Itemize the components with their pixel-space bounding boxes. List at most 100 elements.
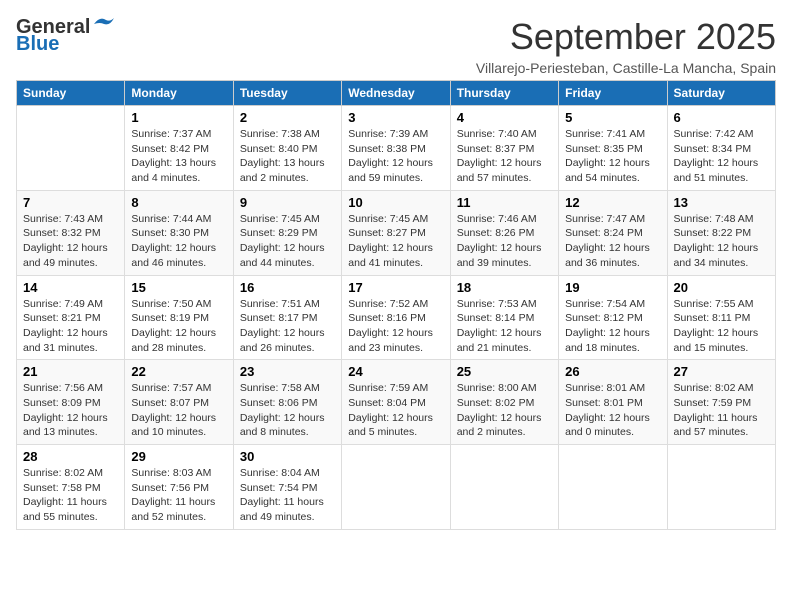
calendar-week-row: 14Sunrise: 7:49 AMSunset: 8:21 PMDayligh… [17, 275, 776, 360]
day-info: Sunrise: 8:02 AMSunset: 7:58 PMDaylight:… [23, 466, 118, 525]
table-row: 4Sunrise: 7:40 AMSunset: 8:37 PMDaylight… [450, 106, 558, 191]
day-info: Sunrise: 8:03 AMSunset: 7:56 PMDaylight:… [131, 466, 226, 525]
day-info: Sunrise: 7:50 AMSunset: 8:19 PMDaylight:… [131, 297, 226, 356]
day-number: 7 [23, 195, 118, 210]
day-number: 3 [348, 110, 443, 125]
table-row: 21 Sunrise: 7:56 AMSunset: 8:09 PMDayligh… [17, 360, 125, 445]
table-row: 20 Sunrise: 7:55 AMSunset: 8:11 PMDayligh… [667, 275, 775, 360]
logo-blue-text: Blue [16, 33, 59, 56]
day-info: Sunrise: 7:55 AMSunset: 8:11 PMDaylight:… [674, 297, 769, 356]
table-row: 23 Sunrise: 7:58 AMSunset: 8:06 PMDayligh… [233, 360, 341, 445]
day-number: 13 [674, 195, 769, 210]
table-row: 18 Sunrise: 7:53 AMSunset: 8:14 PMDayligh… [450, 275, 558, 360]
day-number: 21 [23, 364, 118, 379]
day-info: Sunrise: 7:39 AMSunset: 8:38 PMDaylight:… [348, 127, 443, 186]
day-number: 5 [565, 110, 660, 125]
day-number: 6 [674, 110, 769, 125]
calendar-week-row: 21 Sunrise: 7:56 AMSunset: 8:09 PMDayligh… [17, 360, 776, 445]
title-block: September 2025 Villarejo-Periesteban, Ca… [476, 16, 776, 76]
col-wednesday: Wednesday [342, 81, 450, 106]
month-title: September 2025 [476, 16, 776, 58]
day-number: 26 [565, 364, 660, 379]
day-number: 30 [240, 449, 335, 464]
table-row: 5 Sunrise: 7:41 AMSunset: 8:35 PMDaylight… [559, 106, 667, 191]
table-row: 9 Sunrise: 7:45 AMSunset: 8:29 PMDaylight… [233, 190, 341, 275]
page-header: General Blue September 2025 Villarejo-Pe… [16, 16, 776, 76]
table-row: 29Sunrise: 8:03 AMSunset: 7:56 PMDayligh… [125, 445, 233, 530]
table-row: 16Sunrise: 7:51 AMSunset: 8:17 PMDayligh… [233, 275, 341, 360]
table-row: 11 Sunrise: 7:46 AMSunset: 8:26 PMDayligh… [450, 190, 558, 275]
table-row: 19 Sunrise: 7:54 AMSunset: 8:12 PMDayligh… [559, 275, 667, 360]
day-info: Sunrise: 7:57 AMSunset: 8:07 PMDaylight:… [131, 381, 226, 440]
table-row: 7 Sunrise: 7:43 AMSunset: 8:32 PMDaylight… [17, 190, 125, 275]
table-row: 12 Sunrise: 7:47 AMSunset: 8:24 PMDayligh… [559, 190, 667, 275]
calendar-week-row: 7 Sunrise: 7:43 AMSunset: 8:32 PMDaylight… [17, 190, 776, 275]
day-info: Sunrise: 7:59 AMSunset: 8:04 PMDaylight:… [348, 381, 443, 440]
day-info: Sunrise: 7:49 AMSunset: 8:21 PMDaylight:… [23, 297, 118, 356]
day-number: 17 [348, 280, 443, 295]
day-number: 1 [131, 110, 226, 125]
day-number: 12 [565, 195, 660, 210]
table-row [450, 445, 558, 530]
table-row: 8Sunrise: 7:44 AMSunset: 8:30 PMDaylight… [125, 190, 233, 275]
day-info: Sunrise: 7:40 AMSunset: 8:37 PMDaylight:… [457, 127, 552, 186]
day-number: 23 [240, 364, 335, 379]
day-info: Sunrise: 7:46 AMSunset: 8:26 PMDaylight:… [457, 212, 552, 271]
day-info: Sunrise: 7:41 AMSunset: 8:35 PMDaylight:… [565, 127, 660, 186]
calendar-header-row: Sunday Monday Tuesday Wednesday Thursday… [17, 81, 776, 106]
day-number: 2 [240, 110, 335, 125]
day-info: Sunrise: 7:56 AMSunset: 8:09 PMDaylight:… [23, 381, 118, 440]
day-info: Sunrise: 7:42 AMSunset: 8:34 PMDaylight:… [674, 127, 769, 186]
day-info: Sunrise: 7:38 AMSunset: 8:40 PMDaylight:… [240, 127, 335, 186]
day-info: Sunrise: 7:45 AMSunset: 8:27 PMDaylight:… [348, 212, 443, 271]
day-info: Sunrise: 7:44 AMSunset: 8:30 PMDaylight:… [131, 212, 226, 271]
day-number: 22 [131, 364, 226, 379]
col-tuesday: Tuesday [233, 81, 341, 106]
day-number: 25 [457, 364, 552, 379]
day-info: Sunrise: 7:47 AMSunset: 8:24 PMDaylight:… [565, 212, 660, 271]
table-row: 6 Sunrise: 7:42 AMSunset: 8:34 PMDaylight… [667, 106, 775, 191]
day-number: 28 [23, 449, 118, 464]
table-row: 10Sunrise: 7:45 AMSunset: 8:27 PMDayligh… [342, 190, 450, 275]
logo: General Blue [16, 16, 114, 56]
day-number: 15 [131, 280, 226, 295]
location-text: Villarejo-Periesteban, Castille-La Manch… [476, 60, 776, 76]
day-number: 24 [348, 364, 443, 379]
col-saturday: Saturday [667, 81, 775, 106]
day-info: Sunrise: 8:00 AMSunset: 8:02 PMDaylight:… [457, 381, 552, 440]
table-row: 22 Sunrise: 7:57 AMSunset: 8:07 PMDayligh… [125, 360, 233, 445]
day-info: Sunrise: 7:52 AMSunset: 8:16 PMDaylight:… [348, 297, 443, 356]
table-row: 3 Sunrise: 7:39 AMSunset: 8:38 PMDaylight… [342, 106, 450, 191]
day-info: Sunrise: 7:37 AMSunset: 8:42 PMDaylight:… [131, 127, 226, 186]
col-friday: Friday [559, 81, 667, 106]
table-row: 15 Sunrise: 7:50 AMSunset: 8:19 PMDayligh… [125, 275, 233, 360]
calendar-body: 1 Sunrise: 7:37 AMSunset: 8:42 PMDaylight… [17, 106, 776, 530]
table-row: 14Sunrise: 7:49 AMSunset: 8:21 PMDayligh… [17, 275, 125, 360]
day-number: 20 [674, 280, 769, 295]
table-row: 26Sunrise: 8:01 AMSunset: 8:01 PMDayligh… [559, 360, 667, 445]
day-info: Sunrise: 7:43 AMSunset: 8:32 PMDaylight:… [23, 212, 118, 271]
calendar-week-row: 28 Sunrise: 8:02 AMSunset: 7:58 PMDayligh… [17, 445, 776, 530]
day-info: Sunrise: 7:53 AMSunset: 8:14 PMDaylight:… [457, 297, 552, 356]
calendar-table: Sunday Monday Tuesday Wednesday Thursday… [16, 80, 776, 530]
table-row [17, 106, 125, 191]
table-row: 1 Sunrise: 7:37 AMSunset: 8:42 PMDaylight… [125, 106, 233, 191]
day-info: Sunrise: 7:45 AMSunset: 8:29 PMDaylight:… [240, 212, 335, 271]
day-number: 11 [457, 195, 552, 210]
table-row [559, 445, 667, 530]
day-info: Sunrise: 7:58 AMSunset: 8:06 PMDaylight:… [240, 381, 335, 440]
day-info: Sunrise: 8:02 AMSunset: 7:59 PMDaylight:… [674, 381, 769, 440]
day-number: 18 [457, 280, 552, 295]
day-info: Sunrise: 8:04 AMSunset: 7:54 PMDaylight:… [240, 466, 335, 525]
day-info: Sunrise: 7:54 AMSunset: 8:12 PMDaylight:… [565, 297, 660, 356]
day-number: 9 [240, 195, 335, 210]
table-row: 27Sunrise: 8:02 AMSunset: 7:59 PMDayligh… [667, 360, 775, 445]
table-row [342, 445, 450, 530]
table-row: 24 Sunrise: 7:59 AMSunset: 8:04 PMDayligh… [342, 360, 450, 445]
day-info: Sunrise: 7:51 AMSunset: 8:17 PMDaylight:… [240, 297, 335, 356]
day-number: 19 [565, 280, 660, 295]
table-row: 30 Sunrise: 8:04 AMSunset: 7:54 PMDayligh… [233, 445, 341, 530]
col-thursday: Thursday [450, 81, 558, 106]
table-row: 2 Sunrise: 7:38 AMSunset: 8:40 PMDaylight… [233, 106, 341, 191]
calendar-week-row: 1 Sunrise: 7:37 AMSunset: 8:42 PMDaylight… [17, 106, 776, 191]
